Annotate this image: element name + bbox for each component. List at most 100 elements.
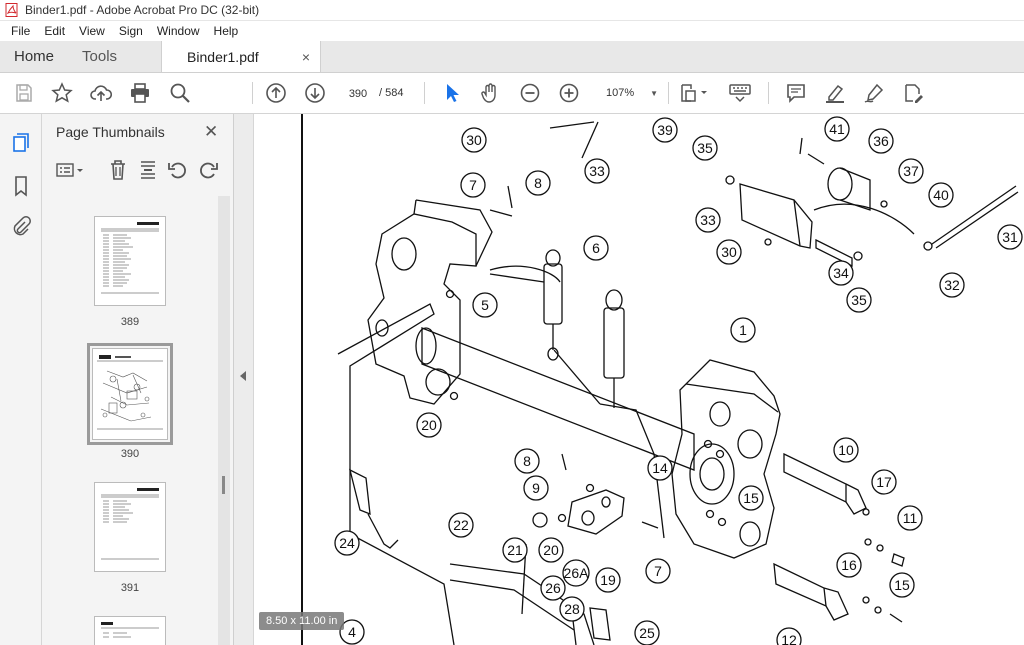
- panel-title: Page Thumbnails: [56, 124, 165, 140]
- callout-label: 12: [781, 632, 797, 645]
- title-bar: Binder1.pdf - Adobe Acrobat Pro DC (32-b…: [0, 0, 1024, 21]
- callout-label: 5: [481, 297, 489, 313]
- menu-edit[interactable]: Edit: [37, 24, 72, 38]
- edit-pdf-icon[interactable]: [901, 81, 925, 105]
- document-viewer[interactable]: 30 33 39 41 36 35 37 40 7 8 33 30 34 35 32 31 6 5 1 20 10 14 1…: [254, 114, 1024, 645]
- rotate-clockwise-icon[interactable]: [196, 158, 220, 182]
- callout-label: 19: [600, 572, 616, 588]
- page-fit-icon[interactable]: [678, 81, 710, 105]
- callout-label: 7: [469, 177, 477, 193]
- callout-label: 17: [876, 474, 892, 490]
- thumbnail-preview: [101, 622, 159, 638]
- thumbnail-preview: [101, 488, 159, 560]
- close-tab-icon[interactable]: ×: [302, 49, 310, 65]
- thumbnail-page[interactable]: [94, 216, 166, 306]
- tab-home[interactable]: Home: [0, 41, 68, 72]
- thumbnail-page[interactable]: [94, 616, 166, 645]
- callout-bubble: 35: [846, 287, 872, 313]
- callout-bubble: 15: [738, 485, 764, 511]
- tab-document[interactable]: Binder1.pdf ×: [161, 41, 322, 72]
- callout-label: 34: [833, 265, 849, 281]
- thumbnail-preview: [101, 222, 159, 294]
- callout-bubble: 40: [928, 182, 954, 208]
- callout-label: 20: [421, 417, 437, 433]
- callout-label: 39: [657, 122, 673, 138]
- callout-bubble: 32: [939, 272, 965, 298]
- callout-bubble: 8: [514, 448, 540, 474]
- thumbnails-scrollbar[interactable]: [218, 196, 230, 645]
- panel-splitter[interactable]: [234, 114, 254, 645]
- menu-bar: File Edit View Sign Window Help: [0, 21, 1024, 41]
- rotate-counterclockwise-icon[interactable]: [166, 158, 190, 182]
- hand-tool-icon[interactable]: [478, 81, 502, 105]
- menu-window[interactable]: Window: [150, 24, 207, 38]
- menu-view[interactable]: View: [72, 24, 112, 38]
- zoom-in-icon[interactable]: [557, 81, 581, 105]
- callout-label: 14: [652, 460, 668, 476]
- menu-sign[interactable]: Sign: [112, 24, 150, 38]
- callout-bubble: 26A: [562, 559, 590, 587]
- navigation-rail: [0, 114, 42, 645]
- delete-page-icon[interactable]: [106, 158, 130, 182]
- collapse-panel-icon[interactable]: [240, 371, 246, 381]
- callout-label: 21: [507, 542, 523, 558]
- callout-label: 26A: [564, 565, 590, 581]
- callout-label: 22: [453, 517, 469, 533]
- thumbnails-panel: Page Thumbnails ✕ 389 390 391: [42, 114, 234, 645]
- thumbnail-page-selected[interactable]: [87, 343, 173, 445]
- highlight-pen-icon[interactable]: [823, 81, 847, 105]
- zoom-out-icon[interactable]: [518, 81, 542, 105]
- close-panel-icon[interactable]: ✕: [204, 122, 218, 142]
- toolbar-divider: [668, 82, 669, 104]
- callout-label: 36: [873, 133, 889, 149]
- save-icon[interactable]: [12, 81, 36, 105]
- search-zoom-icon[interactable]: [168, 81, 192, 105]
- callout-label: 4: [348, 624, 356, 640]
- callout-label: 15: [743, 490, 759, 506]
- select-cursor-icon[interactable]: [440, 81, 464, 105]
- next-page-icon[interactable]: [303, 81, 327, 105]
- callout-bubble: 6: [583, 235, 609, 261]
- tab-tools[interactable]: Tools: [68, 41, 131, 72]
- keyboard-scroll-icon[interactable]: [726, 81, 754, 105]
- sign-pen-icon[interactable]: [862, 81, 886, 105]
- bookmark-star-icon[interactable]: [50, 81, 74, 105]
- menu-file[interactable]: File: [4, 24, 37, 38]
- callout-bubble: 7: [645, 558, 671, 584]
- comment-icon[interactable]: [784, 81, 808, 105]
- scrollbar-thumb[interactable]: [222, 476, 225, 494]
- page-number-input[interactable]: 390: [340, 82, 376, 104]
- toolbar-divider: [768, 82, 769, 104]
- previous-page-icon[interactable]: [264, 81, 288, 105]
- callout-bubble: 33: [695, 207, 721, 233]
- attachments-icon[interactable]: [10, 215, 32, 237]
- callout-label: 8: [534, 175, 542, 191]
- callout-bubble: 21: [502, 537, 528, 563]
- callout-bubble: 10: [833, 437, 859, 463]
- callout-label: 15: [894, 577, 910, 593]
- zoom-select[interactable]: 107% ▼: [598, 82, 662, 104]
- callout-bubble: 20: [416, 412, 442, 438]
- callout-label: 40: [933, 187, 949, 203]
- callout-label: 10: [838, 442, 854, 458]
- callout-bubble: 28: [559, 596, 585, 622]
- thumbnail-page[interactable]: [94, 482, 166, 572]
- callout-bubble: 19: [595, 567, 621, 593]
- callout-bubble: 17: [871, 469, 897, 495]
- extract-pages-icon[interactable]: [136, 158, 160, 182]
- parts-diagram: 303339 41363537407 83330343532316512010141…: [334, 116, 1023, 645]
- thumbnail-label: 391: [120, 582, 140, 594]
- menu-help[interactable]: Help: [207, 24, 246, 38]
- callout-label: 37: [903, 163, 919, 179]
- tab-document-label: Binder1.pdf: [187, 48, 259, 65]
- callout-label: 11: [903, 510, 918, 526]
- cloud-upload-icon[interactable]: [89, 81, 113, 105]
- print-icon[interactable]: [128, 81, 152, 105]
- page-thumbnails-icon[interactable]: [10, 132, 32, 154]
- callout-bubble: 35: [692, 135, 718, 161]
- options-menu-icon[interactable]: [54, 158, 88, 182]
- bookmarks-icon[interactable]: [10, 175, 32, 197]
- callout-bubble: 15: [889, 572, 915, 598]
- callout-bubble: 11: [897, 505, 923, 531]
- callout-label: 33: [700, 212, 716, 228]
